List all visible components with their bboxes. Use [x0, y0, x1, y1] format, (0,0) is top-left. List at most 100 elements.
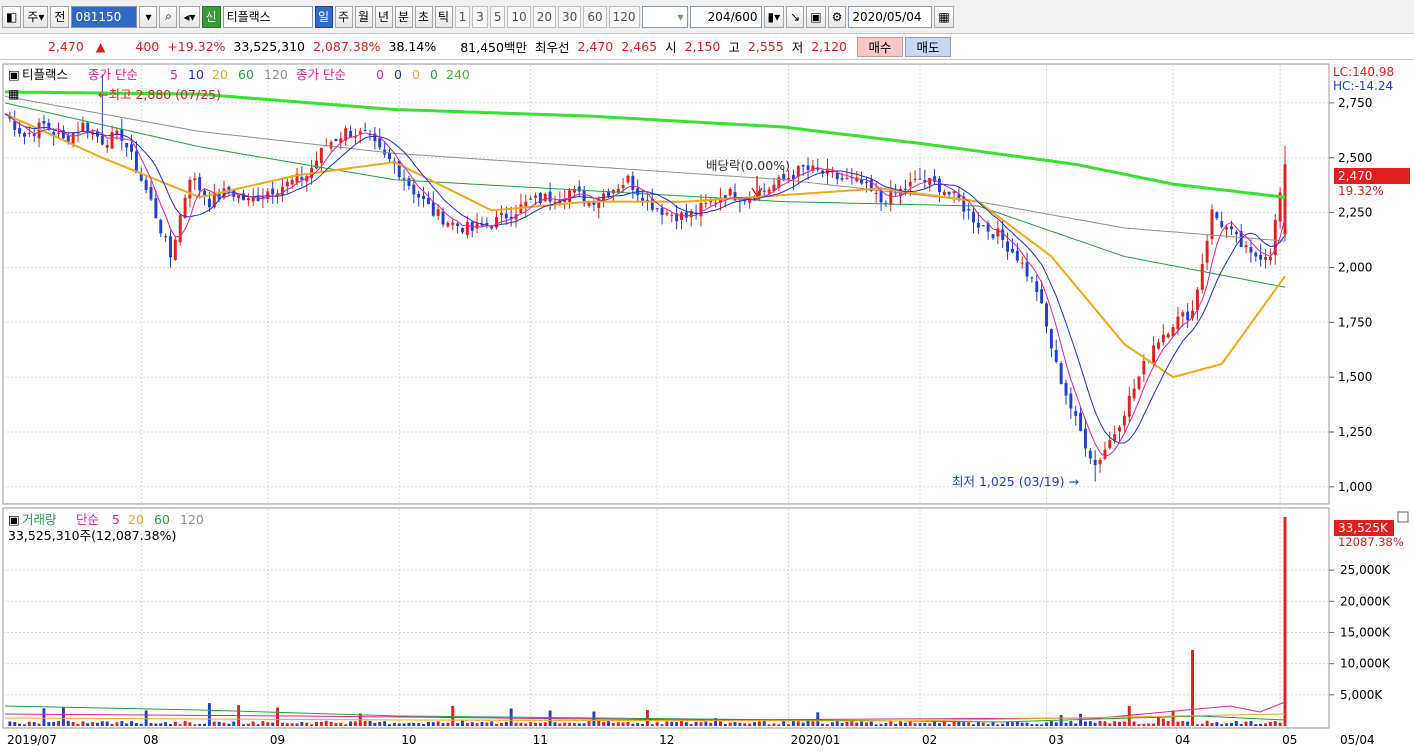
minute-unit-10[interactable]: 10: [507, 5, 531, 28]
open-price: 2,150: [684, 39, 721, 54]
candle-body: [504, 213, 508, 219]
volume-bar: [602, 721, 606, 726]
minute-unit-120[interactable]: 120: [608, 5, 640, 28]
volume-bar: [1020, 722, 1024, 726]
chart-svg[interactable]: ▣ 티플랙스 종가 단순 5 10 20 60 120 종가 단순 0 0 0 …: [0, 62, 1414, 756]
period-month[interactable]: 월: [354, 5, 373, 28]
candle-body: [1045, 303, 1048, 327]
candle-body: [1152, 345, 1156, 363]
period-second[interactable]: 초: [414, 5, 433, 28]
volume-bar: [1254, 724, 1258, 726]
minute-unit-60[interactable]: 60: [583, 5, 607, 28]
volume-bar: [928, 723, 932, 726]
candle-body: [1176, 316, 1180, 330]
gear-icon[interactable]: ⚙: [827, 5, 847, 28]
volume-bar: [1259, 723, 1263, 726]
minute-unit-30[interactable]: 30: [558, 5, 582, 28]
type-select[interactable]: 주 ▾: [23, 5, 49, 28]
sell-button[interactable]: 매도: [905, 36, 951, 57]
line-tool-icon[interactable]: ↘: [786, 5, 805, 28]
save-icon[interactable]: ▣: [806, 5, 826, 28]
candle-body: [1264, 256, 1267, 260]
volume-bar: [641, 723, 645, 726]
volume-bar: [1049, 721, 1053, 726]
period-week[interactable]: 주: [334, 5, 353, 28]
volume-bar: [495, 723, 499, 726]
minute-unit-5[interactable]: 5: [489, 5, 506, 28]
calendar-icon[interactable]: ▦: [934, 5, 954, 28]
volume-bar: [962, 722, 966, 726]
volume-bar: [1230, 723, 1233, 726]
chart-area[interactable]: ▣ 티플랙스 종가 단순 5 10 20 60 120 종가 단순 0 0 0 …: [0, 62, 1414, 756]
candle-body: [422, 195, 426, 200]
candle-body: [456, 223, 460, 226]
volume-bar: [412, 722, 416, 726]
period-tick[interactable]: 틱: [434, 5, 453, 28]
volume-bar: [1030, 724, 1034, 726]
volume-bar: [845, 721, 849, 726]
candle-body: [1069, 393, 1073, 409]
panel-toggle-icon[interactable]: ◧: [2, 5, 22, 28]
volume-panel-close-icon[interactable]: [1397, 511, 1409, 523]
stock-code-input[interactable]: 081150: [71, 5, 138, 28]
x-axis-label: 08: [143, 733, 158, 747]
minute-unit-3[interactable]: 3: [472, 5, 488, 28]
volume-legend-ma: 단순: [76, 512, 99, 527]
volume-bar: [1249, 721, 1253, 726]
volume-bar: [1191, 649, 1194, 726]
volume-tick-label: 5,000K: [1340, 688, 1383, 702]
interval-select[interactable]: ▾: [641, 5, 688, 28]
minute-unit-20[interactable]: 20: [532, 5, 557, 28]
prev-button[interactable]: 전: [50, 5, 70, 28]
volume-bar: [611, 723, 615, 726]
search-icon[interactable]: ⌕: [159, 5, 178, 28]
legend-collapse-icon[interactable]: ▣: [8, 67, 20, 82]
best-quote-label: 최우선: [534, 40, 570, 55]
volume-bar: [193, 724, 197, 726]
candle-body: [1074, 411, 1078, 416]
price-tick-label: 2,250: [1338, 206, 1372, 220]
candle-body: [1030, 277, 1034, 279]
candle-body: [183, 197, 187, 218]
candle-body: [139, 174, 143, 181]
volume-bar: [130, 721, 133, 726]
date-input[interactable]: 2020/05/04: [848, 5, 933, 28]
candle-body: [441, 211, 445, 225]
volume-tick-label: 10,000K: [1340, 657, 1391, 671]
volume-legend-collapse-icon[interactable]: ▣: [8, 512, 20, 527]
minute-unit-1[interactable]: 1: [454, 5, 471, 28]
volume-bar: [349, 721, 353, 726]
price-tick-label: 2,000: [1338, 260, 1372, 274]
period-minute[interactable]: 분: [394, 5, 413, 28]
candle-body: [193, 178, 197, 181]
candle-body: [144, 179, 148, 191]
candle-body: [767, 189, 771, 194]
volume-bar: [1074, 723, 1078, 726]
volume-bar: [1093, 722, 1097, 726]
volume-bar: [850, 721, 854, 726]
candle-body: [426, 197, 430, 204]
period-year[interactable]: 년: [374, 5, 393, 28]
candle-body: [164, 236, 168, 238]
period-day[interactable]: 일: [314, 5, 333, 28]
legend-ma1: 종가 단순: [88, 67, 138, 82]
candle-body: [173, 239, 177, 260]
candle-body: [1093, 459, 1097, 466]
table-toggle-icon[interactable]: ▦: [8, 87, 19, 101]
volume-bar: [203, 723, 207, 726]
volume-bar: [120, 721, 124, 726]
sound-icon[interactable]: ◂▾: [179, 5, 200, 28]
volume-bar: [1137, 724, 1141, 726]
legend-ma2-p3: 0: [412, 67, 420, 82]
count-input[interactable]: 204/600: [689, 5, 762, 28]
volume-panel[interactable]: [2, 507, 1330, 729]
volume-bar: [738, 722, 742, 726]
candle-body: [918, 178, 922, 180]
buy-button[interactable]: 매수: [857, 36, 903, 57]
last-volume-tag-text: 33,525K: [1338, 521, 1389, 535]
volume-bar: [368, 720, 372, 726]
code-dropdown-icon[interactable]: ▾: [139, 5, 158, 28]
candle-type-icon[interactable]: ▮▾: [763, 5, 785, 28]
candle-body: [1054, 350, 1058, 362]
volume-bar: [757, 721, 761, 726]
